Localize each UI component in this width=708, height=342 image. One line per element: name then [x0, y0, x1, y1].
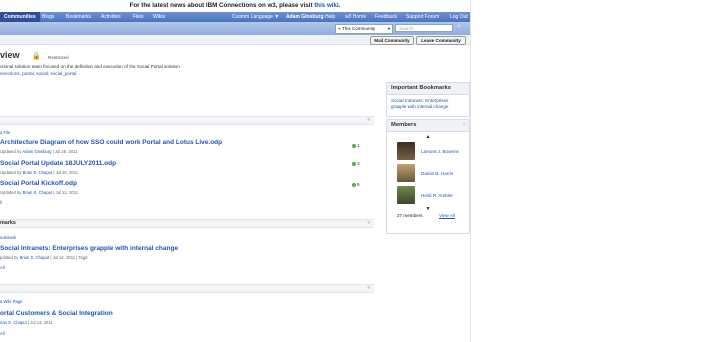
wiki-view-all-link[interactable]: All: [0, 331, 5, 336]
member-name[interactable]: Daniel B. Harris: [421, 171, 453, 176]
download-icon: [352, 182, 356, 187]
community-description: ctional solution team focused on the def…: [0, 64, 182, 69]
file-meta: Updated by Brian S. Chaput | Jul 12, 201…: [0, 190, 79, 195]
collapse-icon[interactable]: ▿: [367, 117, 370, 124]
custom-language-menu[interactable]: Custom Language ▼: [232, 12, 279, 22]
page-edge: [470, 0, 471, 342]
files-section-header: ▿: [0, 116, 374, 125]
nav-blogs[interactable]: Blogs: [42, 12, 55, 22]
download-icon: [352, 161, 356, 166]
nav-bookmarks[interactable]: Bookmarks: [66, 12, 91, 22]
important-bookmarks-heading: Important Bookmarks: [387, 83, 469, 95]
file-title[interactable]: Social Portal Kickoff.odp: [0, 180, 77, 187]
file-meta: Updated by Adam Ginsburg | Jul 26, 2011: [0, 149, 78, 154]
collapse-icon[interactable]: ▿: [367, 285, 370, 292]
wiki-page-meta: rian S. Chaput | Jul 13, 2011: [0, 320, 53, 325]
file-meta: Updated by Brian S. Chaput | Jul 20, 201…: [0, 170, 79, 175]
upload-file-link[interactable]: a File: [0, 130, 10, 135]
search-icon[interactable]: ⌕: [457, 23, 461, 31]
chevron-down-icon: ▾: [387, 26, 390, 31]
member-name[interactable]: Lamont J. Bowens: [421, 149, 459, 154]
support-forum-link[interactable]: Support Forum: [406, 12, 439, 22]
member-name[interactable]: Heidi R. Ambler: [421, 193, 453, 198]
page-title: view: [0, 50, 20, 60]
nav-files[interactable]: Files: [133, 12, 144, 22]
wiki-page-title[interactable]: ortal Customers & Social Integration: [0, 310, 113, 317]
user-name[interactable]: Adam Ginsburg: [286, 12, 324, 22]
community-tags[interactable]: nnections, portal, social, social_portal: [0, 71, 76, 76]
collapse-icon[interactable]: ▿: [462, 120, 465, 131]
search-scope-select[interactable]: ● This Community ▾: [335, 24, 393, 34]
download-icon: [352, 143, 356, 148]
community-icon: ●: [338, 26, 341, 31]
avatar[interactable]: [397, 186, 415, 204]
w3-home-link[interactable]: w3 Home: [345, 12, 366, 22]
members-panel: Members ▿ ▲ Lamont J. Bowens Daniel B. H…: [386, 119, 470, 234]
help-link[interactable]: Help: [325, 12, 335, 22]
lock-icon: 🔒: [32, 53, 41, 60]
important-bookmark-link[interactable]: Social Intranets: Enterprises grapple wi…: [387, 95, 469, 113]
members-view-all-link[interactable]: View All: [439, 213, 455, 218]
important-bookmarks-panel: Important Bookmarks Social Intranets: En…: [386, 82, 470, 117]
bookmarks-view-all-link[interactable]: All: [0, 265, 5, 270]
nav-activities[interactable]: Activities: [101, 12, 121, 22]
nav-communities[interactable]: Communities: [0, 12, 40, 22]
feedback-link[interactable]: Feedback: [375, 12, 397, 22]
wiki-section-header: ▿: [0, 284, 374, 293]
member-count: 27 members: [397, 213, 423, 218]
restricted-label: Restricted: [48, 55, 69, 60]
file-title[interactable]: Architecture Diagram of how SSO could wo…: [0, 139, 222, 146]
mail-community-button[interactable]: Mail Community: [370, 36, 414, 45]
logout-link[interactable]: Log Out: [450, 12, 468, 22]
avatar[interactable]: [397, 142, 415, 160]
file-title[interactable]: Social Portal Update 18JULY2011.odp: [0, 160, 116, 167]
bookmarks-section-header: marks ▿: [0, 219, 374, 228]
add-bookmark-link[interactable]: ookmark: [0, 235, 16, 240]
add-wiki-page-link[interactable]: a Wiki Page: [0, 299, 22, 304]
files-view-all-link[interactable]: ll: [0, 200, 2, 205]
file-download-count: 9: [352, 182, 360, 187]
banner-wiki-link[interactable]: this wiki.: [314, 2, 340, 9]
file-download-count: 1: [352, 143, 360, 148]
members-heading: Members ▿: [387, 120, 469, 132]
search-input[interactable]: Search: [395, 24, 453, 32]
leave-community-button[interactable]: Leave Community: [416, 36, 466, 45]
bookmark-meta: pdated by Brian S. Chaput | Jul 12, 2011…: [0, 255, 89, 260]
avatar[interactable]: [397, 164, 415, 182]
collapse-icon[interactable]: ▿: [367, 220, 370, 227]
file-download-count: 3: [352, 161, 360, 166]
nav-wikis[interactable]: Wikis: [153, 12, 165, 22]
top-navigation: Communities Blogs Bookmarks Activities F…: [0, 12, 470, 22]
bookmark-title[interactable]: Social Intranets: Enterprises grapple wi…: [0, 245, 178, 252]
